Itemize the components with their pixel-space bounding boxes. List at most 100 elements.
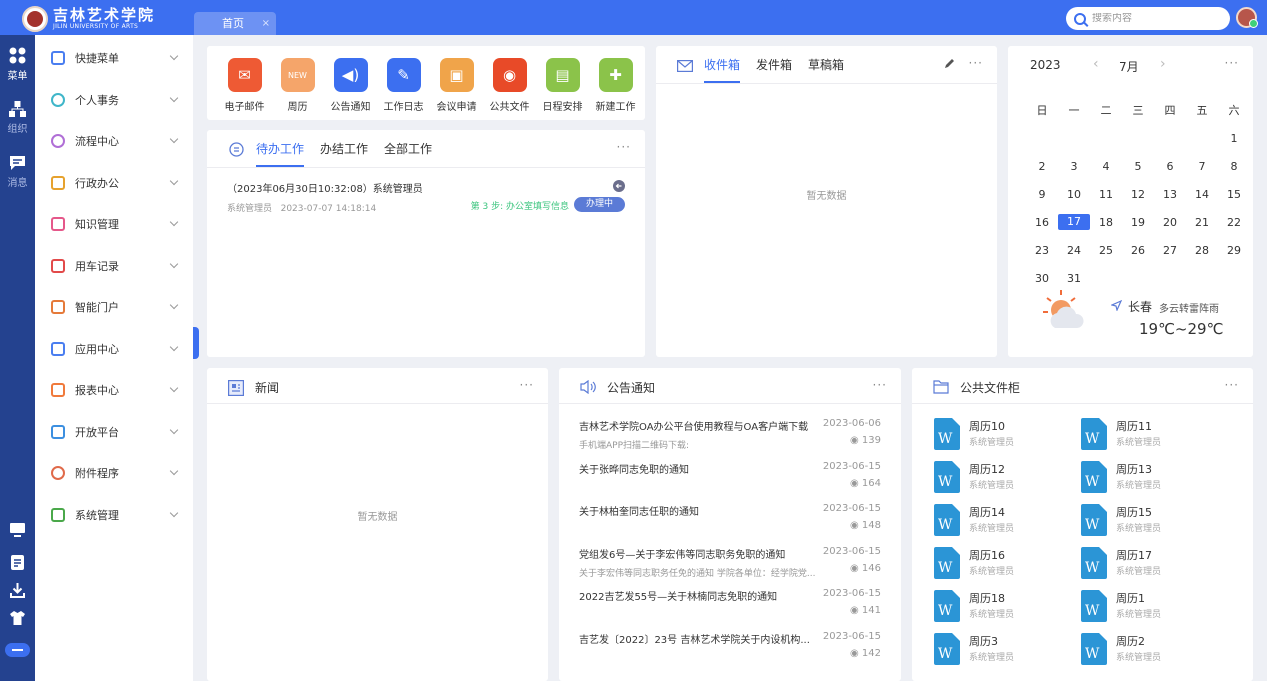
more-icon[interactable]: ··· <box>873 378 887 392</box>
file-item[interactable]: W 周历17 系统管理员 <box>1081 547 1221 587</box>
calendar-day[interactable]: 12 <box>1122 188 1154 201</box>
file-item[interactable]: W 周历2 系统管理员 <box>1081 633 1221 673</box>
file-name[interactable]: 周历17 <box>1116 547 1152 563</box>
calendar-day[interactable]: 30 <box>1026 272 1058 285</box>
calendar-day[interactable]: 18 <box>1090 216 1122 229</box>
shirt-icon[interactable] <box>0 611 35 625</box>
file-item[interactable]: W 周历18 系统管理员 <box>934 590 1074 630</box>
quick-item[interactable]: ◉ 公共文件 <box>484 58 535 113</box>
calendar-day[interactable]: 2 <box>1026 160 1058 173</box>
file-item[interactable]: W 周历12 系统管理员 <box>934 461 1074 501</box>
file-name[interactable]: 周历10 <box>969 418 1005 434</box>
sidebar-item-open-platform[interactable]: 开放平台 <box>35 417 193 447</box>
announcement-title[interactable]: 关于张晔同志免职的通知 <box>579 461 819 476</box>
calendar-day[interactable]: 22 <box>1218 216 1250 229</box>
calendar-day[interactable]: 5 <box>1122 160 1154 173</box>
calendar-day[interactable]: 13 <box>1154 188 1186 201</box>
calendar-day[interactable]: 16 <box>1026 216 1058 229</box>
file-name[interactable]: 周历3 <box>969 633 998 649</box>
announcement-item[interactable]: 关于张晔同志免职的通知 2023-06-15 ◉ 164 <box>579 461 881 489</box>
more-icon[interactable]: ··· <box>969 56 983 70</box>
quick-item[interactable]: ✚ 新建工作 <box>590 58 641 113</box>
announcement-item[interactable]: 党组发6号—关于李宏伟等同志职务免职的通知 2023-06-15 关于李宏伟等同志职… <box>579 546 881 579</box>
calendar-day[interactable]: 11 <box>1090 188 1122 201</box>
sidebar-item-personal[interactable]: 个人事务 <box>35 85 193 115</box>
sidebar-item-vehicle[interactable]: 用车记录 <box>35 251 193 281</box>
calendar-day[interactable]: 1 <box>1218 132 1250 145</box>
quick-item[interactable]: ✎ 工作日志 <box>378 58 429 113</box>
file-item[interactable]: W 周历14 系统管理员 <box>934 504 1074 544</box>
file-name[interactable]: 周历16 <box>969 547 1005 563</box>
rail-item-menu[interactable]: 菜单 <box>0 47 35 82</box>
status-badge[interactable]: 办理中 <box>574 197 625 212</box>
calendar-day[interactable]: 8 <box>1218 160 1250 173</box>
announcement-title[interactable]: 关于林柏奎同志任职的通知 <box>579 503 819 518</box>
sidebar-item-workflow[interactable]: 流程中心 <box>35 126 193 156</box>
logo[interactable]: 吉林艺术学院 JILIN UNIVERSITY OF ARTS <box>22 6 155 32</box>
quick-item[interactable]: ▣ 会议申请 <box>431 58 482 113</box>
sidebar-item-reports[interactable]: 报表中心 <box>35 375 193 405</box>
calendar-day-today[interactable]: 17 <box>1058 214 1090 230</box>
calendar-day[interactable]: 25 <box>1090 244 1122 257</box>
file-item[interactable]: W 周历11 系统管理员 <box>1081 418 1221 458</box>
sidebar-item-admin-office[interactable]: 行政办公 <box>35 168 193 198</box>
calendar-year[interactable]: 2023 <box>1030 58 1061 72</box>
more-icon[interactable]: ··· <box>1225 378 1239 392</box>
calendar-day[interactable]: 19 <box>1122 216 1154 229</box>
sidebar-item-portal[interactable]: 智能门户 <box>35 292 193 322</box>
download-icon[interactable] <box>0 583 35 598</box>
sidebar-item-system[interactable]: 系统管理 <box>35 500 193 530</box>
file-name[interactable]: 周历1 <box>1116 590 1145 606</box>
back-arrow-icon[interactable] <box>613 180 625 192</box>
calendar-day[interactable]: 20 <box>1154 216 1186 229</box>
file-name[interactable]: 周历13 <box>1116 461 1152 477</box>
file-item[interactable]: W 周历13 系统管理员 <box>1081 461 1221 501</box>
more-icon[interactable]: ··· <box>617 140 631 154</box>
file-name[interactable]: 周历12 <box>969 461 1005 477</box>
quick-item[interactable]: ▤ 日程安排 <box>537 58 588 113</box>
calendar-day[interactable]: 14 <box>1186 188 1218 201</box>
announcement-item[interactable]: 关于林柏奎同志任职的通知 2023-06-15 ◉ 148 <box>579 503 881 531</box>
calendar-day[interactable]: 15 <box>1218 188 1250 201</box>
tab-all-work[interactable]: 全部工作 <box>384 140 432 167</box>
sidebar-item-attachments[interactable]: 附件程序 <box>35 458 193 488</box>
file-item[interactable]: W 周历1 系统管理员 <box>1081 590 1221 630</box>
more-icon[interactable]: ··· <box>520 378 534 392</box>
next-month-icon[interactable]: › <box>1160 56 1166 72</box>
calendar-day[interactable]: 6 <box>1154 160 1186 173</box>
file-name[interactable]: 周历11 <box>1116 418 1152 434</box>
search-box[interactable] <box>1066 7 1230 30</box>
calendar-day[interactable]: 7 <box>1186 160 1218 173</box>
calendar-day[interactable]: 23 <box>1026 244 1058 257</box>
announcement-title[interactable]: 2022吉艺发55号—关于林楠同志免职的通知 <box>579 588 819 603</box>
announcement-item[interactable]: 吉艺发〔2022〕23号 吉林艺术学院关于内设机构... 2023-06-15 ◉ … <box>579 631 881 659</box>
file-item[interactable]: W 周历3 系统管理员 <box>934 633 1074 673</box>
calendar-day[interactable]: 27 <box>1154 244 1186 257</box>
quick-item[interactable]: NEW 周历 <box>272 58 323 113</box>
monitor-icon[interactable] <box>0 523 35 537</box>
calendar-day[interactable]: 3 <box>1058 160 1090 173</box>
tab-finished-work[interactable]: 办结工作 <box>320 140 368 167</box>
calendar-day[interactable]: 9 <box>1026 188 1058 201</box>
calendar-month[interactable]: 7月 <box>1119 58 1139 75</box>
tab-drafts[interactable]: 草稿箱 <box>808 56 844 83</box>
file-name[interactable]: 周历14 <box>969 504 1005 520</box>
announcement-title[interactable]: 党组发6号—关于李宏伟等同志职务免职的通知 <box>579 546 819 561</box>
edit-icon[interactable] <box>944 58 955 69</box>
rail-item-org[interactable]: 组织 <box>0 101 35 135</box>
more-icon[interactable]: ··· <box>1225 56 1239 70</box>
tab-home[interactable]: 首页 × <box>194 12 276 35</box>
calendar-day[interactable]: 24 <box>1058 244 1090 257</box>
sidebar-item-quick-menu[interactable]: 快捷菜单 <box>35 43 193 73</box>
rail-item-message[interactable]: 消息 <box>0 155 35 189</box>
sidebar-item-knowledge[interactable]: 知识管理 <box>35 209 193 239</box>
document-icon[interactable] <box>0 555 35 570</box>
announcement-title[interactable]: 吉林艺术学院OA办公平台使用教程与OA客户端下载 <box>579 418 819 433</box>
sidebar-item-app-center[interactable]: 应用中心 <box>35 334 193 364</box>
file-name[interactable]: 周历18 <box>969 590 1005 606</box>
announcement-item[interactable]: 2022吉艺发55号—关于林楠同志免职的通知 2023-06-15 ◉ 141 <box>579 588 881 616</box>
expand-toggle-icon[interactable] <box>0 643 35 657</box>
tab-inbox[interactable]: 收件箱 <box>704 56 741 83</box>
tab-outbox[interactable]: 发件箱 <box>756 56 792 83</box>
calendar-day[interactable]: 31 <box>1058 272 1090 285</box>
